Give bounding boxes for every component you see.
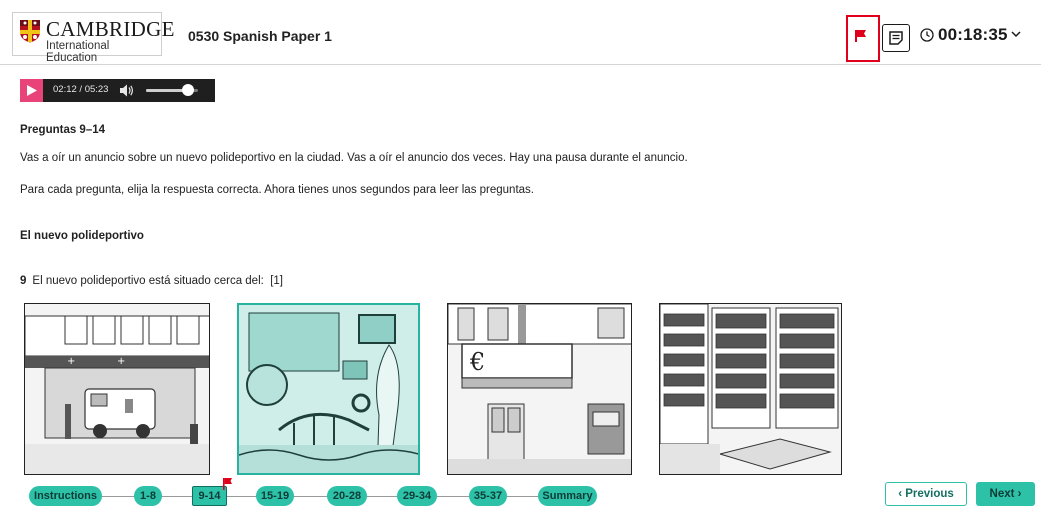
section-heading: Preguntas 9–14 [20,124,106,136]
library-illustration [660,304,841,474]
nav-item-instructions[interactable]: Instructions [29,486,102,506]
nav-item-15-19[interactable]: 15-19 [256,486,294,506]
timer: 00:18:35 [938,25,1008,44]
chevron-down-icon[interactable] [1011,30,1021,38]
volume-slider[interactable] [146,84,198,96]
volume-icon[interactable] [120,84,134,97]
museum-illustration [239,305,418,473]
audio-player: 02:12 / 05:23 [20,79,215,102]
question-number: 9 [20,275,27,287]
nav-item-35-37[interactable]: 35-37 [469,486,507,506]
next-button[interactable]: Next › [976,482,1035,506]
nav-item-29-34[interactable]: 29-34 [397,486,437,506]
bank-illustration: € [448,304,631,474]
audio-time: 02:12 / 05:23 [53,84,109,95]
svg-text:+: + [117,356,125,367]
option-museum[interactable] [237,303,420,475]
intro-text-2: Para cada pregunta, elija la respuesta c… [20,184,534,196]
nav-item-1-8[interactable]: 1-8 [134,486,162,506]
nav-item-summary[interactable]: Summary [538,486,597,506]
flag-question-button[interactable] [846,15,880,62]
flag-icon [855,30,866,42]
paper-title: 0530 Spanish Paper 1 [188,28,332,44]
svg-text:€: € [469,348,485,376]
question-marks: [1] [270,275,284,287]
question-9: 9 El nuevo polideportivo está situado cer… [20,275,283,287]
notes-icon [889,31,903,45]
logo-sub-text: International Education [46,40,110,64]
shield-icon [20,20,40,43]
intro-text-1: Vas a oír un anuncio sobre un nuevo poli… [20,152,688,164]
nav-item-9-14[interactable]: 9-14 [192,486,227,506]
option-library[interactable] [659,303,842,475]
hospital-illustration: + + [25,304,209,474]
option-bank[interactable]: € [447,303,632,475]
option-hospital[interactable]: + + [24,303,210,475]
nav-item-20-28[interactable]: 20-28 [327,486,367,506]
volume-knob[interactable] [181,84,194,96]
flagged-marker-icon [223,478,232,490]
previous-button[interactable]: ‹ Previous [885,482,967,506]
header-bar: CAMBRIDGE International Education 0530 S… [0,0,1041,65]
clock-icon [920,28,934,42]
play-icon [27,85,37,96]
svg-text:+: + [67,356,75,367]
question-text: El nuevo polideportivo está situado cerc… [32,275,264,287]
logo-main-text: CAMBRIDGE [46,17,175,41]
notes-button[interactable] [882,24,910,52]
subheading: El nuevo polideportivo [20,230,144,242]
play-button[interactable] [20,79,43,102]
cambridge-logo: CAMBRIDGE International Education [12,12,174,64]
